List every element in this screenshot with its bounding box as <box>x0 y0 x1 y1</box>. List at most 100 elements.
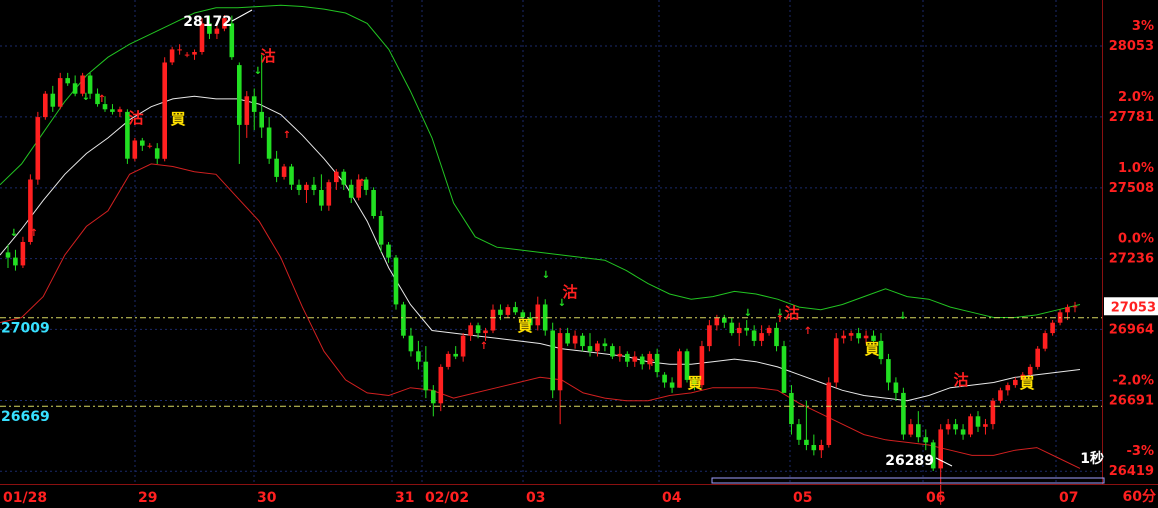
candle-body <box>5 252 11 258</box>
ref-level-label: 27009 <box>1 321 50 337</box>
price-tick-label: 26691 <box>1109 393 1154 408</box>
candle-body <box>938 429 943 469</box>
candle-body <box>266 127 272 159</box>
candle-body <box>498 309 503 315</box>
candle-body <box>587 346 593 352</box>
price-tick-label: 27781 <box>1109 110 1154 125</box>
candle-body <box>774 327 779 347</box>
candle-body <box>401 304 406 336</box>
candle-body <box>572 335 578 344</box>
candle-body <box>50 93 56 107</box>
up-arrow: ↑ <box>283 130 291 141</box>
sell-signal: 沽 <box>953 371 968 389</box>
candle-body <box>602 343 608 347</box>
candle-body <box>744 327 749 331</box>
candle-body <box>72 83 78 94</box>
high-annotation: 28172 <box>183 14 232 30</box>
down-arrow: ↓ <box>82 92 90 103</box>
candle-body <box>251 96 257 112</box>
pct-tick-label: 2.0% <box>1118 90 1154 105</box>
date-label: 05 <box>793 490 812 506</box>
candle-body <box>707 325 712 347</box>
pct-tick-label: -3% <box>1127 444 1154 459</box>
candle-body <box>535 304 541 326</box>
candle-body <box>408 335 414 352</box>
candle-body <box>1065 307 1070 313</box>
candle-body <box>162 62 167 159</box>
candle-body <box>722 317 727 323</box>
candle-body <box>960 429 966 435</box>
candle-body <box>796 424 802 440</box>
candle-body <box>908 424 914 435</box>
candle-body <box>856 333 861 339</box>
candle-body <box>901 392 906 435</box>
candle-body <box>416 351 421 362</box>
up-arrow: ↑ <box>30 228 38 239</box>
candle-body <box>669 382 675 388</box>
candle-body <box>632 356 638 362</box>
candle-body <box>990 400 996 425</box>
candle-body <box>80 75 85 94</box>
date-label: 30 <box>257 490 277 506</box>
date-label: 06 <box>926 490 945 506</box>
candle-body <box>490 309 496 331</box>
candle-body <box>789 392 794 425</box>
candle-body <box>819 445 824 451</box>
candle-body <box>147 145 153 147</box>
candle-body <box>140 140 145 146</box>
candle-body <box>639 356 645 365</box>
ref-level-label: 26669 <box>1 409 50 425</box>
candle-body <box>423 361 429 391</box>
candle-body <box>453 353 458 357</box>
candle-body <box>736 327 742 334</box>
up-arrow: ↑ <box>480 341 488 352</box>
candle-body <box>296 184 302 190</box>
candle-body <box>677 351 682 388</box>
speed-label: 1秒 <box>1080 450 1104 467</box>
candle-body <box>259 111 264 128</box>
candle-body <box>468 325 473 336</box>
candle-body <box>35 117 41 180</box>
date-label: 03 <box>526 490 545 506</box>
candle-body <box>154 148 160 159</box>
candle-body <box>766 327 772 334</box>
candle-body <box>334 171 339 183</box>
up-arrow: ↑ <box>804 326 812 337</box>
pct-tick-label: 3% <box>1132 19 1154 34</box>
candle-body <box>378 216 384 245</box>
candle-body <box>863 335 869 339</box>
chart-container: 沽沽沽沽沽買買買買買 ↓ ↓ ↓ ↓ ↓ ↓ ↓ ↓ ↑ ↑ ↑ ↑ ↑ ↑ ↑ ↑ 28172 26289 3% 2… <box>0 0 1158 508</box>
date-label: 29 <box>138 490 157 506</box>
candle-body <box>281 166 287 177</box>
candle-body <box>610 346 615 357</box>
date-label: 01/28 <box>3 490 47 506</box>
price-tick-label: 26419 <box>1109 464 1154 479</box>
candle-body <box>65 78 70 84</box>
down-arrow: ↓ <box>542 270 550 281</box>
candle-body <box>625 353 630 362</box>
down-arrow: ↓ <box>10 228 18 239</box>
candle-body <box>953 424 958 430</box>
down-arrow: ↓ <box>899 311 907 322</box>
up-arrow: ↑ <box>776 314 784 325</box>
pct-tick-label: 0.0% <box>1118 232 1154 247</box>
candle-body <box>274 158 279 177</box>
candle-body <box>386 244 391 258</box>
candle-body <box>945 424 951 430</box>
candle-body <box>110 109 115 112</box>
candle-body <box>20 242 26 266</box>
candle-body <box>117 109 123 112</box>
candle-body <box>431 390 436 404</box>
candle-body <box>445 353 451 367</box>
candle-body <box>177 49 182 51</box>
buy-signal: 買 <box>170 110 185 128</box>
candle-body <box>968 416 973 435</box>
candle-body <box>371 190 376 216</box>
candle-body <box>1072 306 1078 308</box>
buy-signal: 買 <box>687 374 702 392</box>
candle-body <box>475 325 481 334</box>
candle-body <box>348 184 354 198</box>
candle-body <box>132 140 138 159</box>
candle-body <box>759 333 764 341</box>
candle-body <box>326 182 332 206</box>
